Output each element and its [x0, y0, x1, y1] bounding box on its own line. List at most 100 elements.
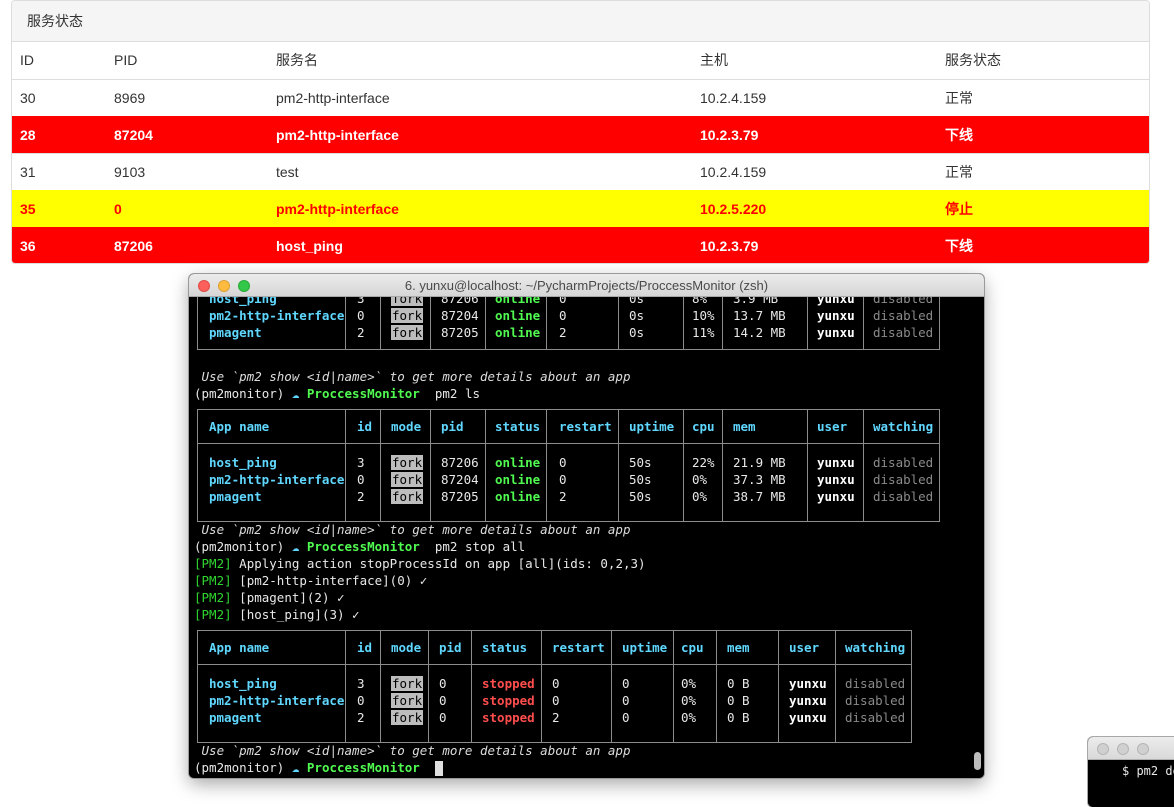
pm2-log-line: [PM2] Applying action stopProcessId on a…: [194, 555, 646, 572]
pm2-cell-watching: disabled: [845, 676, 906, 691]
cell-host: 10.2.3.79: [692, 226, 937, 263]
table-column-divider: [546, 297, 547, 349]
second-terminal-window[interactable]: $ pm2 de: [1088, 737, 1174, 807]
table-column-divider: [485, 297, 486, 349]
table-column-divider: [380, 410, 381, 521]
second-terminal-titlebar[interactable]: [1088, 737, 1174, 760]
pm2-tag: [PM2]: [194, 573, 232, 588]
zoom-window-button[interactable]: [1137, 743, 1149, 755]
table-column-divider: [618, 410, 619, 521]
cell-service-name: test: [268, 152, 692, 190]
pm2-header-status: status: [482, 640, 528, 655]
pm2-cell-mem: 38.7 MB: [733, 489, 786, 504]
cell-id: 35: [12, 189, 106, 227]
terminal-titlebar[interactable]: 6. yunxu@localhost: ~/PycharmProjects/Pr…: [189, 274, 984, 297]
table-column-divider: [345, 631, 346, 742]
terminal-content[interactable]: host_ping 3 fork 87206 online 0 0s 8% 3.9 MB yunx…: [189, 297, 984, 778]
pm2-cell-mem: 0 B: [727, 693, 750, 708]
pm2-cell-status: online: [495, 325, 541, 340]
service-table: ID PID 服务名 主机 服务状态 30 8969 pm2-http-interf…: [12, 42, 1149, 263]
pm2-cell-restart: 0: [552, 693, 560, 708]
terminal-window[interactable]: 6. yunxu@localhost: ~/PycharmProjects/Pr…: [189, 274, 984, 778]
pm2-cell-mode: fork: [391, 488, 424, 505]
pm2-cell-status: stopped: [482, 693, 535, 708]
cloud-icon: ☁: [291, 760, 300, 775]
pm2-header-app-name: App name: [209, 640, 270, 655]
minimize-window-button[interactable]: [1117, 743, 1129, 755]
pm2-header-uptime: uptime: [622, 640, 668, 655]
pm2-tag: [PM2]: [194, 607, 232, 622]
pm2-cell-restart: 2: [559, 489, 567, 504]
pm2-cell-name: host_ping: [209, 676, 277, 691]
pm2-cell-id: 0: [357, 308, 365, 323]
prompt-dir: ProccessMonitor: [306, 760, 420, 775]
table-row: 30 8969 pm2-http-interface 10.2.4.159 正常: [12, 78, 1149, 116]
col-header-id: ID: [12, 42, 106, 80]
pm2-cell-id: 2: [357, 325, 365, 340]
minimize-window-button[interactable]: [218, 280, 230, 292]
pm2-header-id: id: [357, 419, 373, 434]
close-window-button[interactable]: [1097, 743, 1109, 755]
pm2-cell-pid: 87205: [441, 325, 479, 340]
mode-value: fork: [391, 325, 424, 340]
prompt-dir: ProccessMonitor: [306, 539, 420, 554]
pm2-cell-status: online: [495, 489, 541, 504]
pm2-log-text: Applying action stopProcessId on app [al…: [231, 556, 646, 571]
prompt-line: (pm2monitor) ☁ ProccessMonitor pm2 ls: [194, 385, 480, 402]
pm2-cell-uptime: 50s: [629, 455, 652, 470]
close-window-button[interactable]: [198, 280, 210, 292]
pm2-cell-status: online: [495, 472, 541, 487]
table-column-divider: [778, 631, 779, 742]
pm2-cell-mode: fork: [391, 692, 424, 709]
table-row: 36 87206 host_ping 10.2.3.79 下线: [12, 226, 1149, 263]
col-header-status: 服务状态: [937, 42, 1149, 80]
cell-service-name: pm2-http-interface: [268, 189, 692, 227]
pm2-tag: [PM2]: [194, 590, 232, 605]
cell-pid: 87204: [106, 115, 268, 153]
pm2-cell-cpu: 0%: [681, 693, 697, 708]
hint-text: Use `pm2 show <id|name>` to get more det…: [194, 522, 631, 537]
panel-title: 服务状态: [12, 1, 1149, 42]
table-row: 35 0 pm2-http-interface 10.2.5.220 停止: [12, 189, 1149, 227]
pm2-cell-mem: 3.9 MB: [733, 297, 779, 306]
pm2-cell-restart: 0: [552, 676, 560, 691]
pm2-cell-watching: disabled: [845, 710, 906, 725]
pm2-header-app-name: App name: [209, 419, 270, 434]
second-terminal-text: $ pm2 de: [1088, 760, 1174, 807]
mode-value: fork: [391, 489, 424, 504]
pm2-header-cpu: cpu: [692, 419, 715, 434]
cell-service-name: pm2-http-interface: [268, 78, 692, 116]
table-column-divider: [345, 297, 346, 349]
pm2-cell-uptime: 0s: [629, 325, 645, 340]
cell-pid: 0: [106, 189, 268, 227]
pm2-cell-restart: 2: [552, 710, 560, 725]
pm2-cell-status: stopped: [482, 676, 535, 691]
window-controls: [198, 280, 250, 292]
table-column-divider: [430, 410, 431, 521]
pm2-cell-uptime: 0: [622, 676, 630, 691]
pm2-cell-restart: 2: [559, 325, 567, 340]
terminal-scrollbar[interactable]: [974, 752, 981, 770]
pm2-cell-mem: 37.3 MB: [733, 472, 786, 487]
cell-id: 36: [12, 226, 106, 263]
pm2-process-table: host_ping 3 fork 87206 online 0 0s 8% 3.9 MB yunx…: [197, 297, 940, 350]
pm2-cell-mem: 0 B: [727, 676, 750, 691]
pm2-cell-pid: 87204: [441, 472, 479, 487]
pm2-log-line: [PM2] [pmagent](2) ✓: [194, 589, 345, 606]
table-column-divider: [835, 631, 836, 742]
pm2-cell-mem: 21.9 MB: [733, 455, 786, 470]
pm2-cell-name: pmagent: [209, 325, 262, 340]
pm2-header-mode: mode: [391, 640, 422, 655]
pm2-cell-status: online: [495, 308, 541, 323]
zoom-window-button[interactable]: [238, 280, 250, 292]
pm2-cell-id: 0: [357, 472, 365, 487]
cell-pid: 9103: [106, 152, 268, 190]
pm2-cell-watching: disabled: [873, 297, 934, 306]
cell-status: 正常: [937, 152, 1149, 190]
pm2-header-user: user: [817, 419, 848, 434]
pm2-cell-mode: fork: [391, 675, 424, 692]
pm2-cell-mem: 13.7 MB: [733, 308, 786, 323]
pm2-cell-user: yunxu: [789, 693, 827, 708]
pm2-cell-user: yunxu: [789, 676, 827, 691]
table-row: 28 87204 pm2-http-interface 10.2.3.79 下线: [12, 115, 1149, 153]
